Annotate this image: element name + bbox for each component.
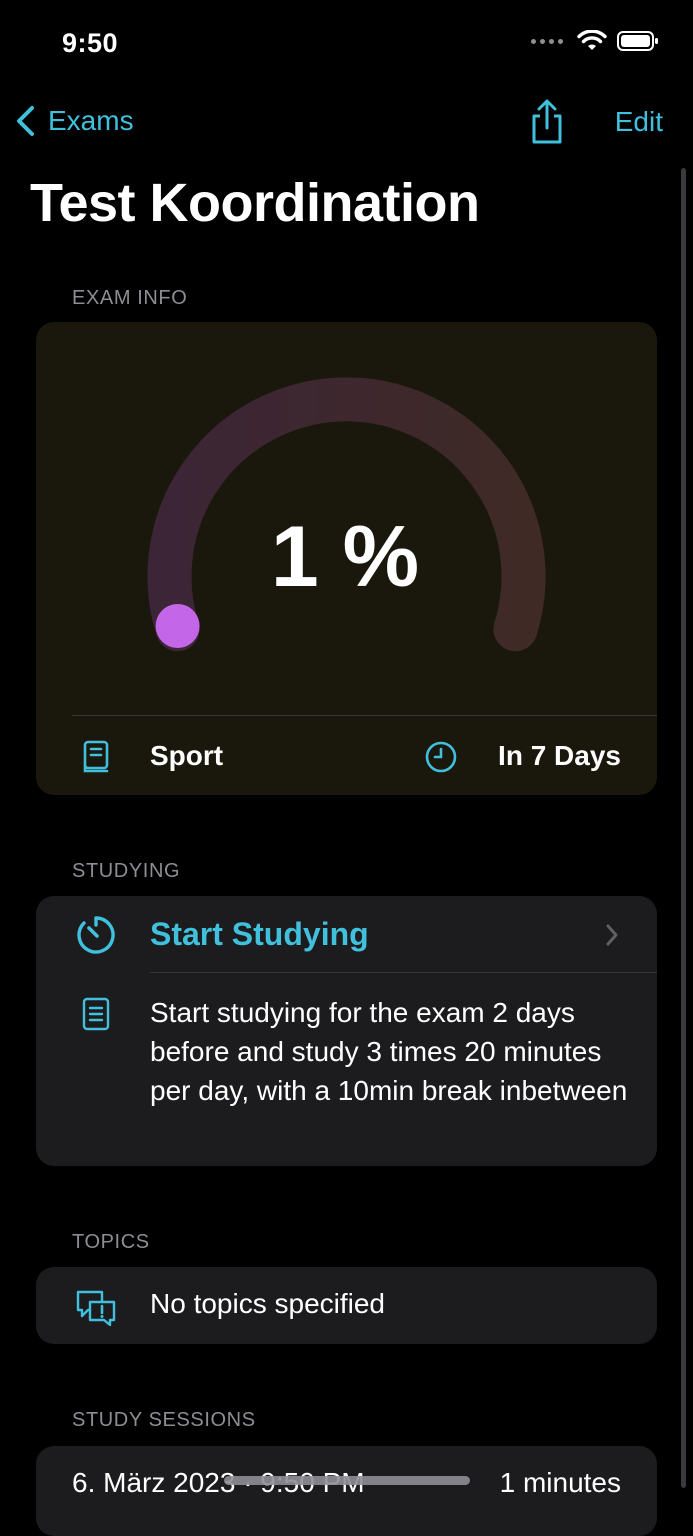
status-time: 9:50 xyxy=(62,28,119,58)
topics-header: TOPICS xyxy=(72,1231,150,1253)
status-indicators xyxy=(531,30,659,52)
session-duration: 1 minutes xyxy=(499,1467,621,1498)
chevron-right-icon xyxy=(606,924,618,946)
study-plan-text: Start studying for the exam 2 days befor… xyxy=(150,997,628,1106)
studying-header: STUDYING xyxy=(72,860,181,882)
signal-icon xyxy=(531,38,563,44)
back-button[interactable]: Exams xyxy=(14,104,134,138)
exam-due: In 7 Days xyxy=(498,740,621,771)
topics-empty-text: No topics specified xyxy=(150,1288,386,1319)
scroll-indicator xyxy=(681,168,686,1488)
divider xyxy=(150,972,657,973)
study-sessions-header: STUDY SESSIONS xyxy=(72,1409,256,1431)
edit-button[interactable]: Edit xyxy=(615,106,663,138)
list-icon xyxy=(82,997,110,1031)
book-icon xyxy=(83,740,109,773)
clock-icon xyxy=(425,741,457,773)
divider xyxy=(72,715,657,716)
share-icon xyxy=(532,99,562,144)
share-button[interactable] xyxy=(526,98,568,151)
chevron-left-icon xyxy=(17,106,34,136)
back-label: Exams xyxy=(48,105,134,136)
topics-bubble-icon xyxy=(76,1290,116,1326)
battery-icon xyxy=(617,31,658,51)
timer-icon xyxy=(77,916,115,954)
progress-percent: 1 % xyxy=(270,509,420,605)
exam-subject: Sport xyxy=(150,740,224,771)
exam-info-header: EXAM INFO xyxy=(72,287,188,309)
start-studying-label: Start Studying xyxy=(150,916,369,952)
wifi-icon xyxy=(577,30,607,50)
gauge-progress-dot xyxy=(155,604,200,648)
home-indicator[interactable] xyxy=(224,1476,470,1485)
page-title: Test Koordination xyxy=(30,173,480,233)
